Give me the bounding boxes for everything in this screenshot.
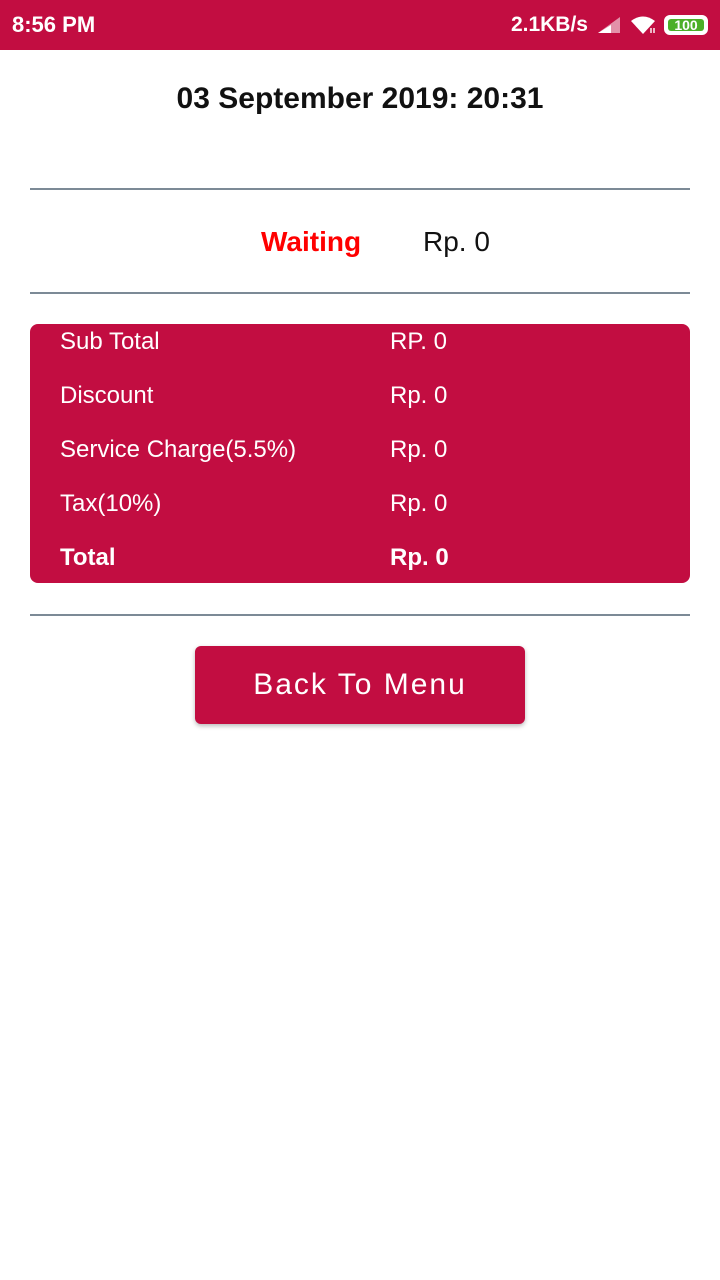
divider-middle: [30, 292, 690, 294]
status-time: 8:56 PM: [12, 12, 96, 37]
divider-bottom: [30, 614, 690, 616]
summary-row-discount: Discount Rp. 0: [60, 382, 660, 418]
order-amount: Rp. 0: [423, 226, 490, 257]
network-speed: 2.1KB/s: [510, 13, 588, 36]
subtotal-value: RP. 0: [390, 328, 447, 355]
total-value: Rp. 0: [390, 544, 449, 571]
service-charge-value: Rp. 0: [390, 436, 448, 463]
battery-icon: 100: [664, 15, 708, 35]
tax-label: Tax(10%): [60, 490, 162, 517]
discount-value: Rp. 0: [390, 382, 448, 409]
divider-top: [30, 188, 690, 190]
summary-card: Sub Total RP. 0 Discount Rp. 0 Service C…: [30, 324, 690, 583]
summary-row-service-charge: Service Charge(5.5%) Rp. 0: [60, 436, 660, 472]
status-indicators: 2.1KB/s 100: [511, 10, 708, 40]
summary-row-subtotal: Sub Total RP. 0: [60, 328, 660, 364]
summary-row-tax: Tax(10%) Rp. 0: [60, 490, 660, 526]
service-charge-label: Service Charge(5.5%): [60, 436, 297, 463]
summary-row-total: Total Rp. 0: [60, 544, 660, 580]
discount-label: Discount: [60, 382, 154, 409]
subtotal-label: Sub Total: [60, 328, 160, 355]
battery-level: 100: [674, 17, 698, 33]
order-status: Waiting: [261, 226, 362, 257]
order-datetime: 03 September 2019: 20:31: [176, 82, 544, 115]
order-status-row: Waiting Rp. 0: [0, 222, 720, 266]
back-to-menu-button[interactable]: Back To Menu: [195, 646, 525, 724]
signal-icon: [596, 16, 622, 34]
total-label: Total: [60, 544, 116, 571]
tax-value: Rp. 0: [390, 490, 448, 517]
wifi-icon: [630, 15, 656, 35]
status-bar: 8:56 PM 2.1KB/s 100: [0, 0, 720, 50]
